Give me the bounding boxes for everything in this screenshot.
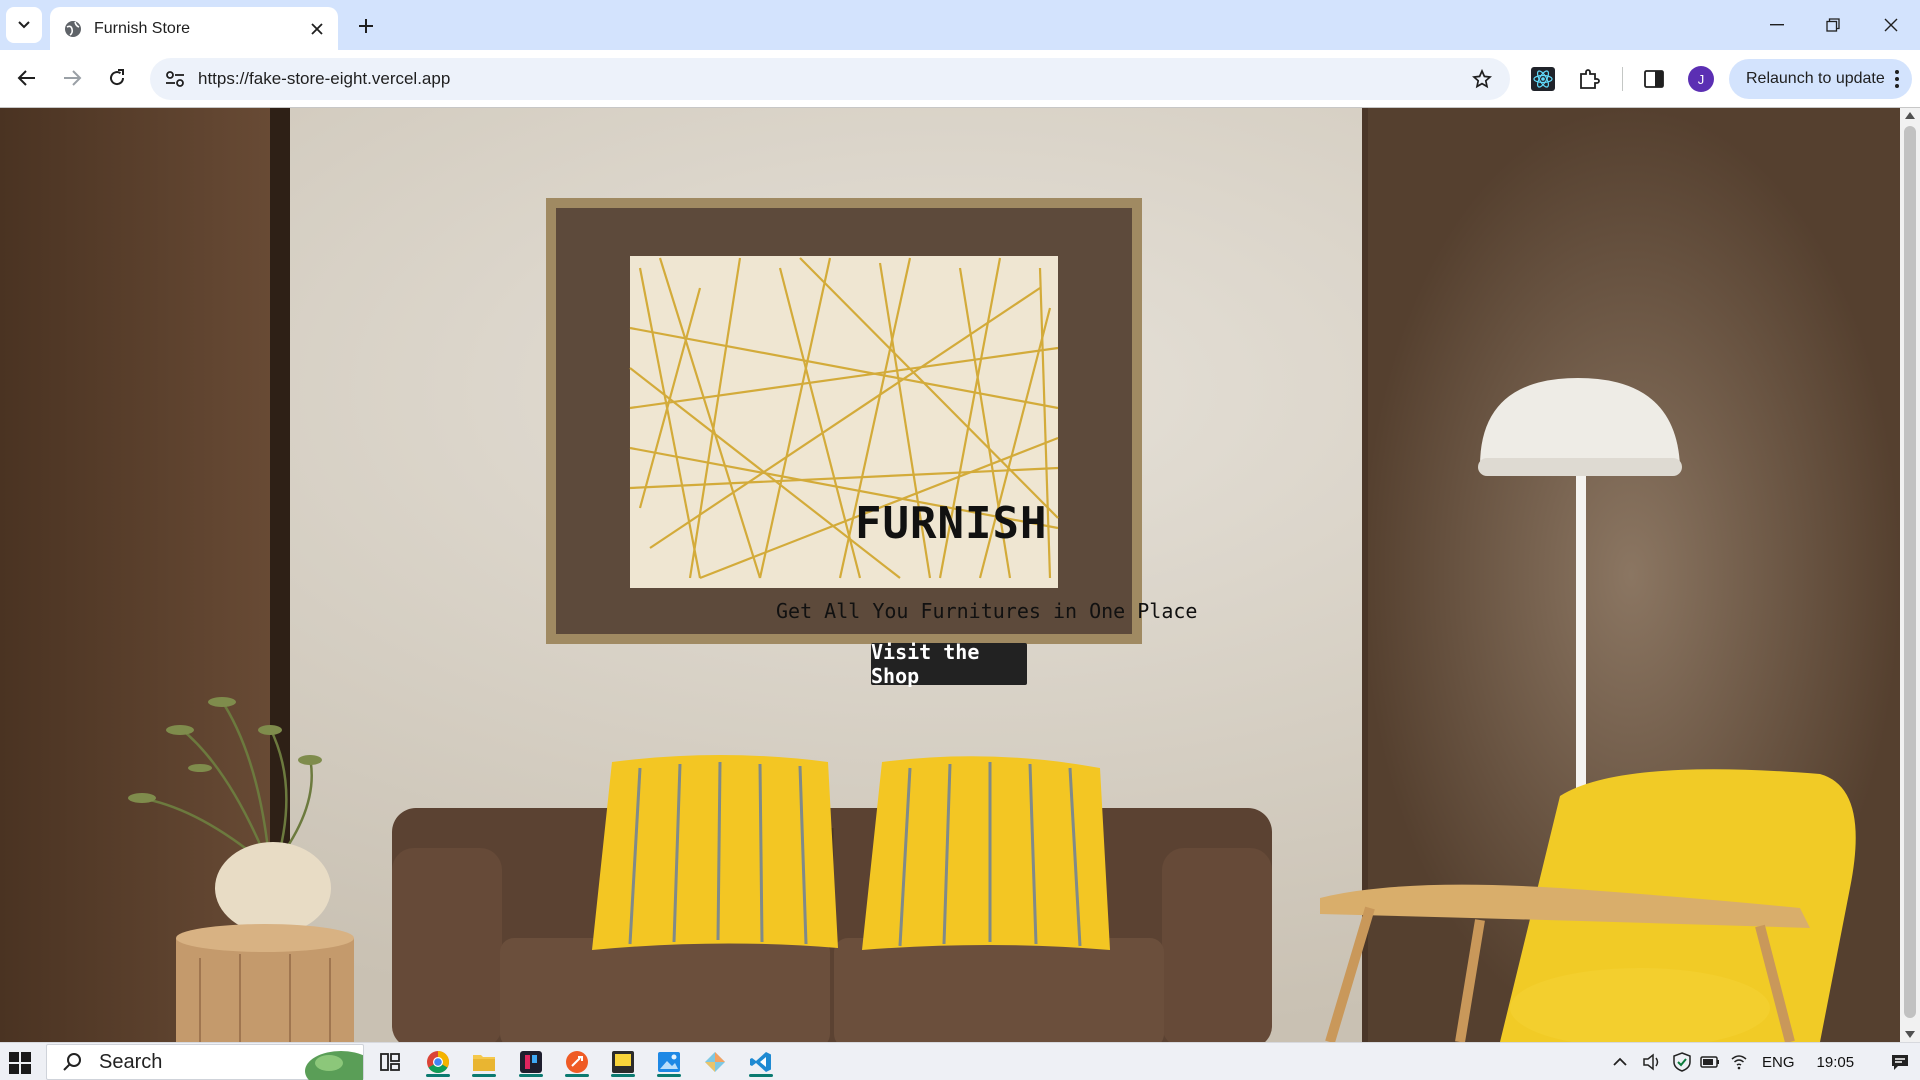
scroll-up-icon[interactable] xyxy=(1905,112,1915,119)
app-icon-dark[interactable] xyxy=(513,1047,549,1077)
browser-tab[interactable]: Furnish Store xyxy=(50,7,338,50)
hero-title: FURNISH xyxy=(855,498,1048,549)
taskbar-search[interactable]: Search xyxy=(46,1044,364,1080)
forward-button[interactable] xyxy=(55,61,89,95)
extensions-puzzle-icon[interactable] xyxy=(1572,62,1606,96)
file-explorer-icon[interactable] xyxy=(466,1047,502,1077)
restore-button[interactable] xyxy=(1818,10,1848,40)
relaunch-button[interactable]: Relaunch to update xyxy=(1729,59,1912,99)
scrollbar-thumb[interactable] xyxy=(1904,126,1916,1018)
address-bar[interactable]: https://fake-store-eight.vercel.app xyxy=(150,58,1510,100)
side-panel-icon[interactable] xyxy=(1637,62,1671,96)
language-indicator[interactable]: ENG xyxy=(1762,1054,1795,1071)
chevron-down-icon xyxy=(18,21,30,29)
profile-avatar[interactable]: J xyxy=(1688,66,1714,92)
hero-subtitle: Get All You Furnitures in One Place xyxy=(776,599,1198,623)
scroll-down-icon[interactable] xyxy=(1905,1031,1915,1038)
close-window-button[interactable] xyxy=(1876,10,1906,40)
back-button[interactable] xyxy=(10,61,44,95)
page-scrollbar[interactable] xyxy=(1900,108,1920,1042)
reload-icon xyxy=(110,69,125,86)
wifi-icon[interactable] xyxy=(1730,1054,1748,1070)
windows-taskbar: Search ENG 19:05 xyxy=(0,1042,1920,1080)
tab-search-button[interactable] xyxy=(6,7,42,43)
photos-icon[interactable] xyxy=(651,1047,687,1077)
url-text[interactable]: https://fake-store-eight.vercel.app xyxy=(198,69,1462,89)
windows-start-icon[interactable] xyxy=(8,1051,32,1075)
minimize-button[interactable] xyxy=(1762,10,1792,40)
minimize-icon xyxy=(1770,24,1784,26)
close-tab-icon[interactable] xyxy=(306,18,328,40)
react-devtools-icon[interactable] xyxy=(1526,62,1560,96)
browser-toolbar: https://fake-store-eight.vercel.app J Re… xyxy=(0,50,1920,108)
arrow-left-icon xyxy=(17,70,35,86)
active-indicator xyxy=(611,1074,635,1077)
search-icon xyxy=(63,1053,81,1071)
active-indicator xyxy=(565,1074,589,1077)
vscode-icon[interactable] xyxy=(743,1047,779,1077)
restore-icon xyxy=(1826,18,1840,32)
globe-icon xyxy=(65,20,81,37)
chrome-icon[interactable] xyxy=(420,1047,456,1077)
sticky-notes-icon[interactable] xyxy=(605,1047,641,1077)
hero-background-image xyxy=(0,108,1900,1042)
arrow-right-icon xyxy=(64,70,82,86)
page-viewport: FURNISH Get All You Furnitures in One Pl… xyxy=(0,108,1900,1042)
volume-icon[interactable] xyxy=(1642,1053,1662,1071)
reload-button[interactable] xyxy=(100,61,134,95)
task-view-icon[interactable] xyxy=(372,1047,408,1077)
app-icon-diamond[interactable] xyxy=(697,1047,733,1077)
more-vert-icon[interactable] xyxy=(1894,69,1900,89)
active-indicator xyxy=(519,1074,543,1077)
site-info-icon[interactable] xyxy=(154,58,196,100)
visit-shop-button[interactable]: Visit the Shop xyxy=(871,640,1027,688)
new-tab-button[interactable] xyxy=(352,12,380,40)
relaunch-label: Relaunch to update xyxy=(1746,70,1885,87)
browser-title-bar: Furnish Store xyxy=(0,0,1920,50)
search-highlight-image xyxy=(305,1051,363,1080)
battery-icon[interactable] xyxy=(1700,1054,1720,1070)
bookmark-star-icon[interactable] xyxy=(1462,59,1502,99)
tab-title: Furnish Store xyxy=(94,19,191,37)
system-tray: ENG 19:05 xyxy=(1612,1043,1910,1080)
active-indicator xyxy=(472,1074,496,1077)
active-indicator xyxy=(426,1074,450,1077)
active-indicator xyxy=(657,1074,681,1077)
postman-icon[interactable] xyxy=(559,1047,595,1077)
chevron-up-icon[interactable] xyxy=(1612,1057,1628,1067)
active-indicator xyxy=(749,1074,773,1077)
toolbar-divider xyxy=(1622,67,1623,91)
close-icon xyxy=(1884,18,1898,32)
taskbar-search-label: Search xyxy=(99,1050,163,1073)
clock-time[interactable]: 19:05 xyxy=(1817,1054,1855,1071)
notifications-icon[interactable] xyxy=(1890,1052,1910,1072)
plus-icon xyxy=(359,19,373,33)
security-shield-icon[interactable] xyxy=(1672,1052,1692,1072)
